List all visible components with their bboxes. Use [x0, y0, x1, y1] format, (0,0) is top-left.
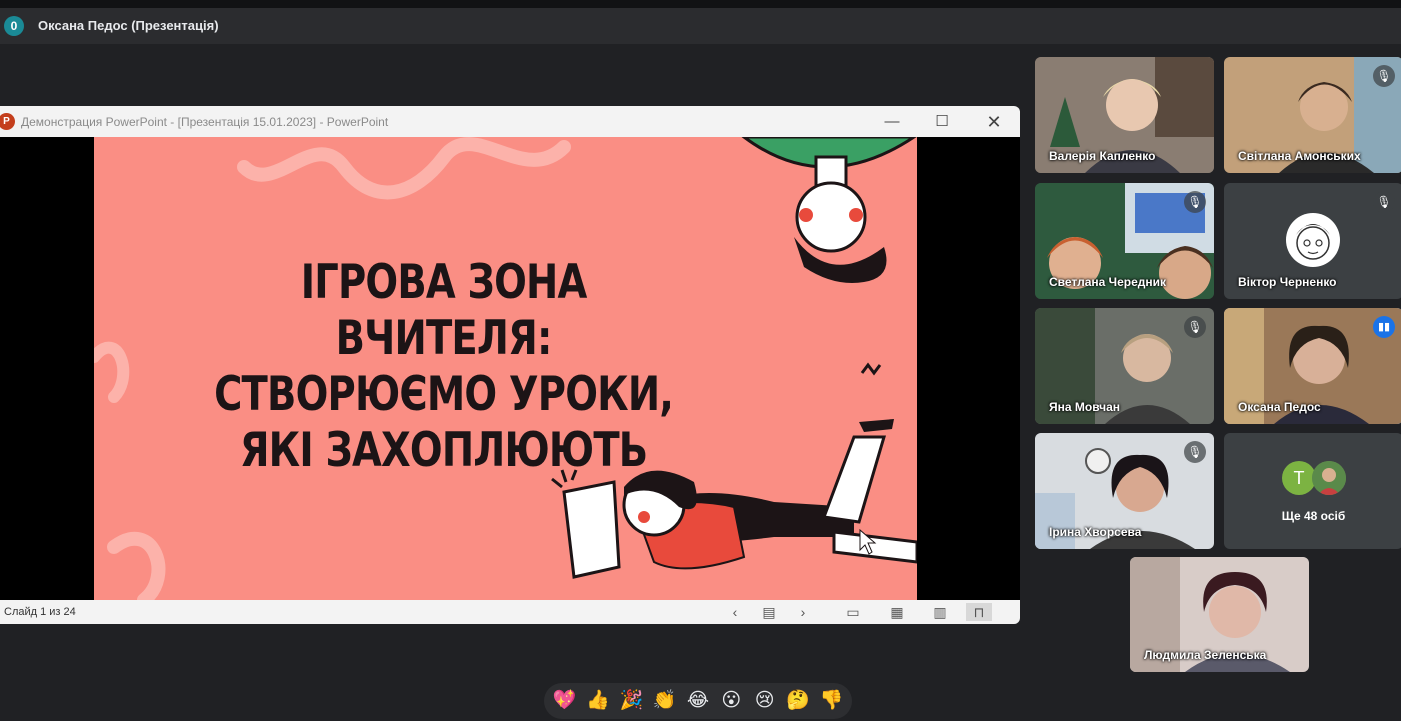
speaking-indicator-icon: ▮▮ [1373, 316, 1395, 338]
participant-name: Оксана Педос [1238, 400, 1321, 414]
participant-name: Світлана Амонських [1238, 149, 1361, 163]
thumbs-up-reaction-icon[interactable]: 👍 [583, 691, 613, 711]
powerpoint-logo-icon: P [0, 113, 15, 130]
participant-tile[interactable]: 🎙 Ірина Хворсева [1035, 433, 1214, 549]
participant-name: Светлана Чередник [1049, 275, 1167, 289]
avatar-image [1312, 461, 1346, 495]
grid-view-icon[interactable]: ▦ [884, 603, 910, 621]
slide-sorter-icon[interactable]: ▤ [756, 603, 782, 621]
more-participants-tile[interactable]: T Ще 48 осіб [1224, 433, 1401, 549]
participant-name: Віктор Черненко [1238, 275, 1337, 289]
participant-tile[interactable]: Валерія Капленко [1035, 57, 1214, 173]
surprised-reaction-icon[interactable]: 😮 [716, 691, 746, 711]
powerpoint-statusbar: Слайд 1 из 24 ‹ ▤ › ▭ ▦ ▥ ⊓ [0, 600, 1020, 624]
maximize-icon[interactable]: ☐ [927, 112, 957, 132]
thumbs-down-reaction-icon[interactable]: 👎 [816, 691, 846, 711]
slide: ІГРОВА ЗОНА ВЧИТЕЛЯ: СТВОРЮЄМО УРОКИ, ЯК… [94, 137, 917, 600]
powerpoint-window-title: Демонстрация PowerPoint - [Презентація 1… [21, 115, 389, 129]
slide-title: ІГРОВА ЗОНА ВЧИТЕЛЯ: СТВОРЮЄМО УРОКИ, ЯК… [214, 255, 674, 478]
mic-off-icon: 🎙 [1373, 191, 1395, 213]
slideshow-icon[interactable]: ⊓ [966, 603, 992, 621]
participant-tile[interactable]: ▮▮ Оксана Педос [1224, 308, 1401, 424]
participant-tile[interactable]: 🎙 Світлана Амонських [1224, 57, 1401, 173]
mic-off-icon: 🎙 [1184, 191, 1206, 213]
sad-reaction-icon[interactable]: 😢 [750, 691, 780, 711]
powerpoint-titlebar: P Демонстрация PowerPoint - [Презентація… [0, 106, 1020, 137]
next-slide-icon[interactable]: › [790, 603, 816, 621]
slide-counter: Слайд 1 из 24 [4, 606, 76, 618]
participant-tile[interactable]: 🎙 Яна Мовчан [1035, 308, 1214, 424]
presenter-badge: 0 [4, 16, 24, 36]
party-reaction-icon[interactable]: 🎉 [616, 691, 646, 711]
participant-name: Яна Мовчан [1049, 400, 1121, 414]
close-icon[interactable]: ✕ [979, 112, 1009, 132]
reading-view-icon[interactable]: ▥ [927, 603, 953, 621]
participant-tile[interactable]: 🎙 Віктор Черненко [1224, 183, 1401, 299]
participant-name: Валерія Капленко [1049, 149, 1156, 163]
participant-tile[interactable]: Людмила Зеленська [1130, 557, 1309, 672]
presentation-title: Оксана Педос (Презентація) [38, 18, 219, 33]
participant-tile[interactable]: 🎙 Светлана Чередник [1035, 183, 1214, 299]
avatar-image [1296, 224, 1330, 260]
normal-view-icon[interactable]: ▭ [840, 603, 866, 621]
more-participants-count: Ще 48 осіб [1281, 509, 1346, 523]
previous-slide-icon[interactable]: ‹ [722, 603, 748, 621]
minimize-icon[interactable]: — [877, 112, 907, 132]
top-strip [0, 0, 1401, 8]
mic-off-icon: 🎙 [1373, 65, 1395, 87]
participant-name: Ірина Хворсева [1049, 525, 1142, 539]
laugh-reaction-icon[interactable]: 😂 [683, 691, 713, 711]
powerpoint-window: P Демонстрация PowerPoint - [Презентація… [0, 106, 1020, 624]
presentation-header: 0 Оксана Педос (Презентація) [0, 8, 1401, 44]
mic-off-icon: 🎙 [1184, 441, 1206, 463]
mic-off-icon: 🎙 [1184, 316, 1206, 338]
more-participant-photo [1312, 461, 1346, 495]
clap-reaction-icon[interactable]: 👏 [650, 691, 680, 711]
heart-reaction-icon[interactable]: 💖 [550, 691, 580, 711]
more-participant-avatar: T [1282, 461, 1316, 495]
participant-avatar [1286, 213, 1340, 267]
thinking-reaction-icon[interactable]: 🤔 [783, 691, 813, 711]
reactions-bar: 💖 👍 🎉 👏 😂 😮 😢 🤔 👎 [544, 683, 852, 719]
participant-name: Людмила Зеленська [1144, 648, 1267, 662]
